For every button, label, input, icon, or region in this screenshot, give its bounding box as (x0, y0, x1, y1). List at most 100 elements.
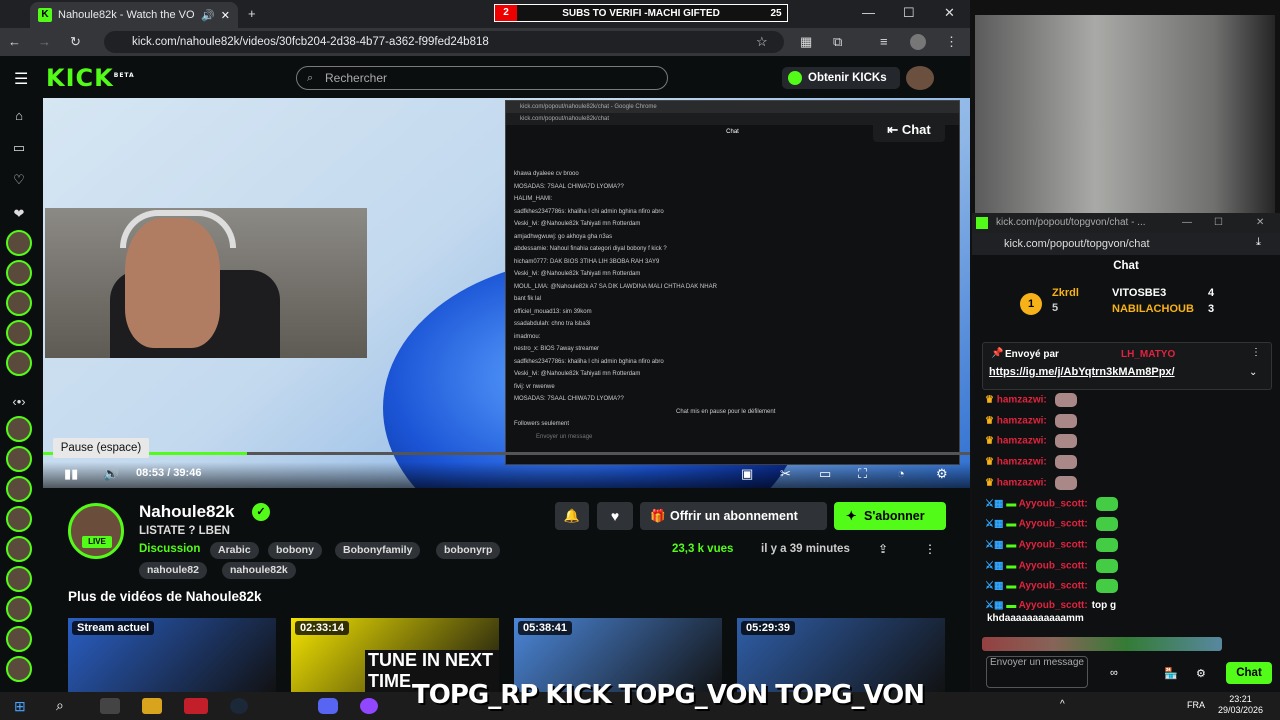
home-icon[interactable]: ⌂ (10, 108, 28, 126)
browse-icon[interactable]: ▭ (10, 140, 28, 158)
taskbar-search-icon[interactable]: ⌕ (56, 697, 64, 714)
download-icon[interactable]: ⤓ (1256, 236, 1261, 249)
sidebar-channel-avatar[interactable] (6, 626, 32, 652)
kick-logo[interactable]: KICKBETA (46, 64, 135, 92)
emote-picker-icon[interactable]: ∞ (1110, 667, 1118, 679)
tag-pill[interactable]: Bobonyfamily (335, 542, 421, 559)
tag-pill[interactable]: Arabic (210, 542, 259, 559)
chat-username[interactable]: Ayyoub_scott: (1019, 540, 1088, 551)
maximize-icon[interactable]: ☐ (1214, 213, 1223, 233)
video-thumbnail[interactable]: Stream actuel (68, 618, 276, 694)
taskbar-app-icon[interactable] (100, 698, 120, 714)
audio-icon[interactable]: 🔊 (201, 9, 215, 22)
sidebar-channel-avatar[interactable] (6, 230, 32, 256)
close-tab-icon[interactable]: ✕ (221, 9, 230, 22)
settings-gear-icon[interactable]: ⚙ (936, 466, 948, 482)
chat-username[interactable]: Ayyoub_scott: (1019, 581, 1088, 592)
hamburger-menu-icon[interactable]: ☰ (14, 69, 28, 89)
new-tab-icon[interactable]: + (248, 6, 256, 21)
sidebar-channel-avatar[interactable] (6, 446, 32, 472)
channel-name[interactable]: Nahoule82k (139, 502, 234, 522)
popout-url[interactable]: kick.com/popout/topgvon/chat (972, 233, 1280, 255)
close-window-icon[interactable]: ✕ (944, 5, 955, 21)
sidebar-channel-avatar[interactable] (6, 536, 32, 562)
pinned-user[interactable]: LH_MATYO (1121, 349, 1175, 360)
chat-username[interactable]: hamzazwi: (997, 436, 1047, 447)
chat-settings-icon[interactable]: ⚙ (1196, 667, 1206, 680)
tag-pill[interactable]: nahoule82k (222, 562, 296, 579)
clip-icon[interactable]: ✂ (780, 466, 791, 482)
browser-tab[interactable]: K Nahoule82k - Watch the VO 🔊 ✕ (30, 2, 238, 28)
video-timeline[interactable] (43, 452, 970, 455)
pinned-link[interactable]: https://ig.me/j/AbYqtrn3kMAm8Ppx/ (989, 366, 1175, 378)
chat-username[interactable]: Ayyoub_scott: (1019, 560, 1088, 571)
reload-icon[interactable]: ↻ (70, 34, 81, 50)
windows-start-icon[interactable]: ⊞ (14, 698, 26, 715)
taskbar-app-icon[interactable] (184, 698, 208, 714)
sidebar-channel-avatar[interactable] (6, 260, 32, 286)
channel-avatar[interactable] (68, 503, 124, 559)
more-options-icon[interactable]: ⋮ (924, 542, 936, 556)
get-kicks-button[interactable]: Obtenir KICKs (782, 67, 900, 89)
share-icon[interactable]: ⇪ (878, 542, 888, 556)
profile-avatar[interactable] (910, 34, 926, 50)
close-window-icon[interactable]: ✕ (1256, 213, 1264, 233)
url-field[interactable]: kick.com/nahoule82k/videos/30fcb204-2d38… (104, 31, 784, 53)
file-explorer-icon[interactable] (142, 698, 162, 714)
forward-icon[interactable]: → (38, 34, 51, 49)
send-chat-button[interactable]: Chat (1226, 662, 1272, 684)
sidebar-channel-avatar[interactable] (6, 596, 32, 622)
more-options-icon[interactable]: ⋮ (1251, 347, 1261, 358)
chat-username[interactable]: hamzazwi: (997, 395, 1047, 406)
sidebar-channel-avatar[interactable] (6, 290, 32, 316)
taskbar-clock[interactable]: 23:21 29/03/2026 (1218, 694, 1263, 716)
search-input[interactable]: ⌕ Rechercher (296, 66, 668, 90)
sidebar-channel-avatar[interactable] (6, 506, 32, 532)
chat-input[interactable]: Envoyer un message (986, 656, 1088, 688)
minimize-icon[interactable]: — (1182, 213, 1192, 233)
browser-menu-icon[interactable]: ⋮ (945, 34, 958, 50)
pip-icon[interactable]: ▣ (741, 466, 753, 482)
chat-username[interactable]: Ayyoub_scott: (1019, 600, 1088, 611)
chat-username[interactable]: Ayyoub_scott: (1019, 498, 1088, 509)
back-icon[interactable]: ← (8, 34, 21, 49)
sidebar-channel-avatar[interactable] (6, 566, 32, 592)
emote-row[interactable] (982, 637, 1222, 651)
bookmark-star-icon[interactable]: ☆ (756, 34, 768, 50)
sidebar-channel-avatar[interactable] (6, 320, 32, 346)
minimize-icon[interactable]: — (862, 5, 875, 20)
volume-icon[interactable]: 🔊 (103, 466, 119, 482)
chat-username[interactable]: hamzazwi: (997, 415, 1047, 426)
sidebar-channel-avatar[interactable] (6, 476, 32, 502)
category-link[interactable]: Discussion (139, 543, 200, 555)
fullscreen-icon[interactable]: ⛶ (858, 466, 867, 482)
chevron-down-icon[interactable]: ⌄ (1249, 367, 1257, 378)
discord-icon[interactable] (318, 698, 338, 714)
theater-mode-icon[interactable]: ▭ (819, 466, 831, 482)
maximize-icon[interactable]: ☐ (903, 5, 915, 21)
chat-username[interactable]: Ayyoub_scott: (1019, 519, 1088, 530)
media-control-icon[interactable]: ≡ (880, 34, 888, 49)
sidebar-channel-avatar[interactable] (6, 656, 32, 682)
pause-icon[interactable]: ▮▮ (64, 466, 78, 482)
sidebar-channel-avatar[interactable] (6, 416, 32, 442)
following-icon[interactable]: ♡ (10, 172, 28, 190)
favorites-heart-icon[interactable]: ❤ (10, 206, 28, 224)
language-indicator[interactable]: FRA (1187, 700, 1205, 710)
sidebar-channel-avatar[interactable] (6, 350, 32, 376)
notification-bell-button[interactable]: 🔔 (555, 502, 589, 530)
extensions-icon[interactable]: ▦ (800, 34, 812, 50)
tag-pill[interactable]: nahoule82 (139, 562, 207, 579)
user-avatar[interactable] (906, 66, 934, 90)
tray-chevron-icon[interactable]: ^ (1060, 699, 1065, 710)
steam-icon[interactable] (230, 698, 248, 714)
chat-username[interactable]: hamzazwi: (997, 457, 1047, 468)
follow-heart-button[interactable]: ♥ (597, 502, 633, 530)
tag-pill[interactable]: bobony (268, 542, 322, 559)
speed-icon[interactable]: ◔ (897, 466, 905, 481)
taskbar-app-icon[interactable] (360, 698, 378, 714)
store-icon[interactable]: 🏪 (1164, 667, 1178, 680)
tag-pill[interactable]: bobonyrp (436, 542, 501, 559)
chat-username[interactable]: hamzazwi: (997, 477, 1047, 488)
gift-subscription-button[interactable]: 🎁 Offrir un abonnement (640, 502, 827, 530)
